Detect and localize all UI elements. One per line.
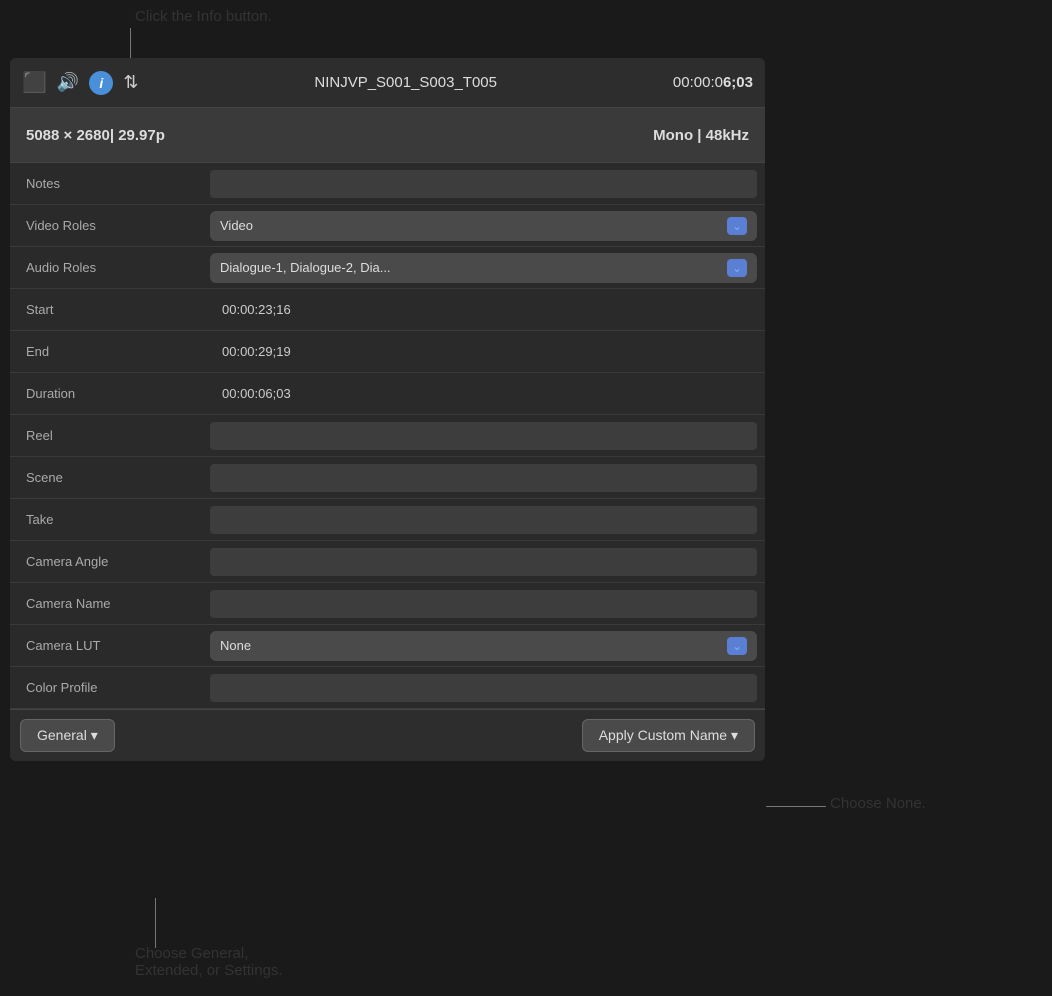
prop-label-color-profile: Color Profile (10, 672, 210, 703)
prop-row-duration: Duration 00:00:06;03 (10, 373, 765, 415)
callout-line-camera-lut (766, 806, 826, 807)
prop-value-end: 00:00:29;19 (210, 336, 765, 367)
info-bar: 5088 × 2680| 29.97p Mono | 48kHz (10, 108, 765, 163)
prop-label-start: Start (10, 294, 210, 325)
export-icon[interactable]: ⇅ (123, 72, 138, 93)
resolution: 5088 × 2680 (26, 127, 110, 144)
panel-footer: General ▾ Apply Custom Name ▾ (10, 709, 765, 761)
prop-value-take[interactable] (210, 506, 757, 534)
prop-value-start: 00:00:23;16 (210, 294, 765, 325)
prop-value-notes[interactable] (210, 170, 757, 198)
prop-row-notes: Notes (10, 163, 765, 205)
annotation-bottom-left: Choose General, Extended, or Settings. (135, 945, 283, 979)
prop-row-scene: Scene (10, 457, 765, 499)
timecode: 00:00:06;03 (673, 74, 753, 91)
prop-value-camera-name[interactable] (210, 590, 757, 618)
prop-label-video-roles: Video Roles (10, 210, 210, 241)
prop-label-duration: Duration (10, 378, 210, 409)
prop-row-camera-lut: Camera LUT None ⌄ (10, 625, 765, 667)
annotation-right: Choose None. (830, 795, 926, 812)
clip-title: NINJVP_S001_S003_T005 (148, 74, 663, 91)
prop-label-scene: Scene (10, 462, 210, 493)
audio-roles-chevron: ⌄ (727, 259, 747, 277)
resolution-info: 5088 × 2680| 29.97p (26, 127, 165, 144)
video-roles-value: Video (220, 218, 253, 233)
prop-row-camera-angle: Camera Angle (10, 541, 765, 583)
apply-custom-name-button[interactable]: Apply Custom Name ▾ (582, 719, 755, 752)
prop-dropdown-audio-roles[interactable]: Dialogue-1, Dialogue-2, Dia... ⌄ (210, 253, 757, 283)
prop-label-camera-name: Camera Name (10, 588, 210, 619)
prop-label-reel: Reel (10, 420, 210, 451)
prop-value-reel[interactable] (210, 422, 757, 450)
film-icon[interactable]: ⬛ (22, 70, 47, 95)
framerate: | 29.97p (110, 127, 165, 144)
prop-row-reel: Reel (10, 415, 765, 457)
annotation-top: Click the Info button. (135, 8, 272, 25)
prop-label-audio-roles: Audio Roles (10, 252, 210, 283)
video-roles-chevron: ⌄ (727, 217, 747, 235)
audio-roles-value: Dialogue-1, Dialogue-2, Dia... (220, 260, 391, 275)
prop-row-camera-name: Camera Name (10, 583, 765, 625)
camera-lut-chevron: ⌄ (727, 637, 747, 655)
audio-icon[interactable]: 🔊 (57, 72, 79, 93)
annotation-bottom-line2: Extended, or Settings. (135, 962, 283, 979)
prop-dropdown-video-roles[interactable]: Video ⌄ (210, 211, 757, 241)
toolbar: ⬛ 🔊 i ⇅ NINJVP_S001_S003_T005 00:00:06;0… (10, 58, 765, 108)
prop-value-color-profile[interactable] (210, 674, 757, 702)
properties-table: Notes Video Roles Video ⌄ Audio Roles Di… (10, 163, 765, 709)
prop-label-camera-angle: Camera Angle (10, 546, 210, 577)
audio-info: Mono | 48kHz (653, 127, 749, 144)
camera-lut-value: None (220, 638, 251, 653)
prop-label-notes: Notes (10, 168, 210, 199)
prop-row-color-profile: Color Profile (10, 667, 765, 709)
prop-value-camera-angle[interactable] (210, 548, 757, 576)
prop-value-duration: 00:00:06;03 (210, 378, 765, 409)
prop-label-camera-lut: Camera LUT (10, 630, 210, 661)
annotation-line-v2 (155, 898, 156, 948)
prop-row-take: Take (10, 499, 765, 541)
prop-row-video-roles: Video Roles Video ⌄ (10, 205, 765, 247)
prop-dropdown-camera-lut[interactable]: None ⌄ (210, 631, 757, 661)
timecode-prefix: 00:00:0 (673, 74, 723, 91)
timecode-bold: 6;03 (723, 74, 753, 91)
prop-label-take: Take (10, 504, 210, 535)
info-button[interactable]: i (89, 71, 113, 95)
general-button[interactable]: General ▾ (20, 719, 115, 752)
main-panel: ⬛ 🔊 i ⇅ NINJVP_S001_S003_T005 00:00:06;0… (10, 58, 765, 761)
prop-row-end: End 00:00:29;19 (10, 331, 765, 373)
annotation-bottom-line1: Choose General, (135, 945, 248, 962)
prop-value-scene[interactable] (210, 464, 757, 492)
prop-row-start: Start 00:00:23;16 (10, 289, 765, 331)
prop-label-end: End (10, 336, 210, 367)
prop-row-audio-roles: Audio Roles Dialogue-1, Dialogue-2, Dia.… (10, 247, 765, 289)
